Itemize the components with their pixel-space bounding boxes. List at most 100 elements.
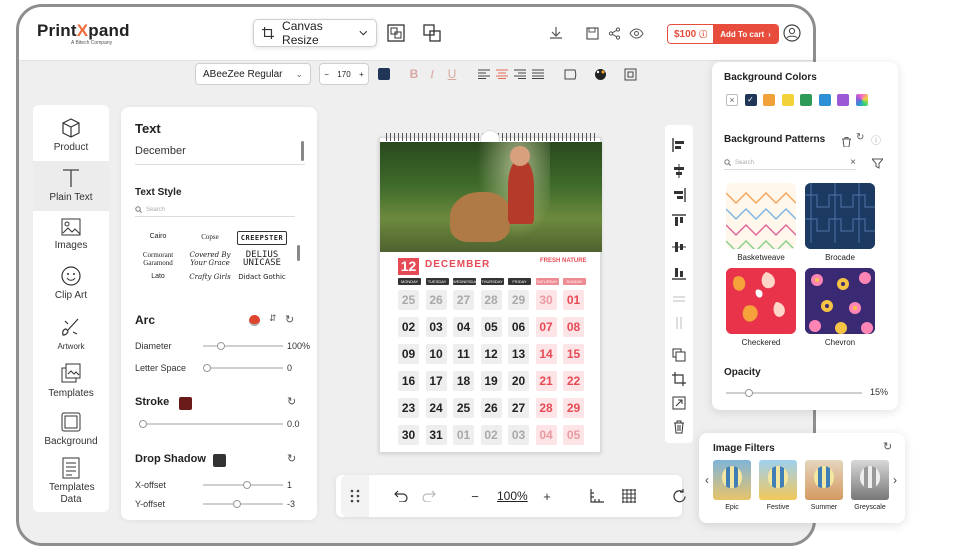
pattern-brocade[interactable]	[805, 183, 875, 249]
y-offset-slider[interactable]	[203, 500, 283, 508]
align-vertical-center-button[interactable]	[671, 239, 687, 255]
stroke-slider[interactable]	[139, 420, 283, 428]
background-color-swatch[interactable]	[855, 94, 868, 106]
calendar-day[interactable]: 31	[425, 425, 447, 445]
nav-item-clip-art[interactable]: Clip Art	[33, 265, 109, 301]
slider-knob[interactable]	[139, 420, 147, 428]
arc-flip-icon[interactable]: ⇵	[269, 313, 277, 324]
calendar-day[interactable]: 26	[425, 290, 447, 310]
calendar-day[interactable]: 28	[535, 398, 557, 418]
font-option[interactable]: Crafty Girls	[185, 273, 235, 281]
calendar-day[interactable]: 23	[398, 398, 419, 418]
calendar-day[interactable]: 08	[563, 317, 584, 337]
calendar-day[interactable]: 05	[480, 317, 502, 337]
nav-item-templates[interactable]: Templates	[33, 363, 109, 399]
bold-button[interactable]: B	[405, 65, 423, 83]
calendar-month-name[interactable]: DECEMBER	[425, 259, 490, 270]
zoom-out-button[interactable]: −	[466, 487, 484, 505]
reset-canvas-button[interactable]	[670, 487, 688, 505]
pattern-info-icon[interactable]: ⓘ	[871, 132, 881, 147]
nav-item-background[interactable]: Background	[33, 411, 109, 447]
font-size-stepper[interactable]: − 170 +	[319, 63, 369, 85]
calendar-day[interactable]: 03	[508, 425, 529, 445]
grid-button[interactable]	[620, 487, 638, 505]
calendar-day[interactable]: 16	[398, 371, 419, 391]
text-content-input[interactable]: December	[135, 145, 305, 165]
slider-knob[interactable]	[745, 389, 754, 397]
calendar-day[interactable]: 04	[453, 317, 474, 337]
text-color-button[interactable]	[375, 65, 393, 83]
font-family-select[interactable]: ABeeZee Regular ⌄	[195, 63, 311, 85]
italic-button[interactable]: I	[423, 65, 441, 83]
calendar-day[interactable]: 25	[398, 290, 419, 310]
ungroup-button[interactable]	[421, 22, 443, 44]
calendar-day[interactable]: 24	[425, 398, 447, 418]
font-option[interactable]: Lato	[133, 273, 183, 281]
nav-item-artwork[interactable]: Artwork	[33, 315, 109, 351]
background-color-swatch[interactable]: ×	[726, 94, 738, 106]
calendar-day[interactable]: 02	[480, 425, 502, 445]
align-top-button[interactable]	[671, 213, 687, 229]
font-option[interactable]: Covered By Your Grace	[185, 251, 235, 267]
calendar-day[interactable]: 01	[563, 290, 584, 310]
filter-icon[interactable]	[870, 156, 885, 174]
nav-item-plain-text[interactable]: Plain Text	[33, 161, 109, 211]
calendar-day[interactable]: 28	[480, 290, 502, 310]
filters-next-button[interactable]: ›	[893, 473, 897, 487]
delete-button[interactable]	[671, 419, 687, 435]
calendar-day[interactable]: 29	[563, 398, 584, 418]
app-logo[interactable]: PrintXpand	[37, 21, 130, 41]
download-button[interactable]	[545, 22, 567, 44]
save-button[interactable]	[581, 22, 603, 44]
justify-button[interactable]	[529, 65, 547, 83]
align-bottom-button[interactable]	[671, 265, 687, 281]
filter-thumbnail[interactable]	[759, 460, 797, 500]
pattern-refresh-icon[interactable]: ↻	[856, 132, 864, 143]
preview-button[interactable]	[625, 22, 647, 44]
font-option[interactable]: CREEPSTER	[237, 231, 287, 245]
calendar-day[interactable]: 05	[563, 425, 584, 445]
calendar-day[interactable]: 17	[425, 371, 447, 391]
shadow-reset-icon[interactable]: ↻	[287, 452, 296, 465]
calendar-photo[interactable]	[380, 142, 602, 252]
filter-thumbnail[interactable]	[851, 460, 889, 500]
calendar-day[interactable]: 06	[508, 317, 529, 337]
font-option[interactable]: Copse	[185, 233, 235, 241]
filters-prev-button[interactable]: ‹	[705, 473, 709, 487]
distribute-vertical-button[interactable]	[671, 315, 687, 331]
add-to-cart-button[interactable]: $100 ⓘ Add To cart ›	[667, 24, 779, 44]
ruler-button[interactable]	[588, 487, 606, 505]
zoom-level[interactable]: 100%	[497, 489, 528, 503]
font-option[interactable]: DELIUS UNICASE	[237, 251, 287, 268]
resize-button[interactable]	[671, 395, 687, 411]
filter-thumbnail[interactable]	[805, 460, 843, 500]
shadow-color-swatch[interactable]	[213, 454, 226, 467]
group-button[interactable]	[385, 22, 407, 44]
calendar-day[interactable]: 26	[480, 398, 502, 418]
background-color-swatch[interactable]	[818, 94, 831, 106]
align-left-button[interactable]	[475, 65, 493, 83]
calendar-day[interactable]: 03	[425, 317, 447, 337]
font-grid-scrollbar[interactable]	[297, 245, 300, 261]
align-left-edge-button[interactable]	[671, 137, 687, 153]
text-input-scrollbar[interactable]	[301, 141, 304, 161]
font-search-input[interactable]: Search	[135, 203, 295, 217]
curve-text-button[interactable]	[561, 65, 579, 83]
align-right-button[interactable]	[511, 65, 529, 83]
calendar-day[interactable]: 18	[453, 371, 474, 391]
calendar-day[interactable]: 11	[453, 344, 474, 364]
slider-knob[interactable]	[242, 481, 251, 489]
background-color-swatch[interactable]	[800, 94, 812, 106]
user-account-button[interactable]	[781, 22, 803, 44]
pattern-search-input[interactable]: Search ×	[724, 156, 856, 170]
calendar-day[interactable]: 02	[398, 317, 419, 337]
crop-button[interactable]	[671, 371, 687, 387]
nav-item-product[interactable]: Product	[33, 117, 109, 153]
calendar-day[interactable]: 27	[508, 398, 529, 418]
nav-item-templates-data[interactable]: Templates Data	[33, 457, 109, 506]
calendar-day[interactable]: 19	[480, 371, 502, 391]
background-color-swatch[interactable]	[781, 94, 794, 106]
align-horizontal-center-button[interactable]	[671, 163, 687, 179]
share-button[interactable]	[603, 22, 625, 44]
calendar-brand[interactable]: FRESH NATURE	[540, 258, 587, 264]
